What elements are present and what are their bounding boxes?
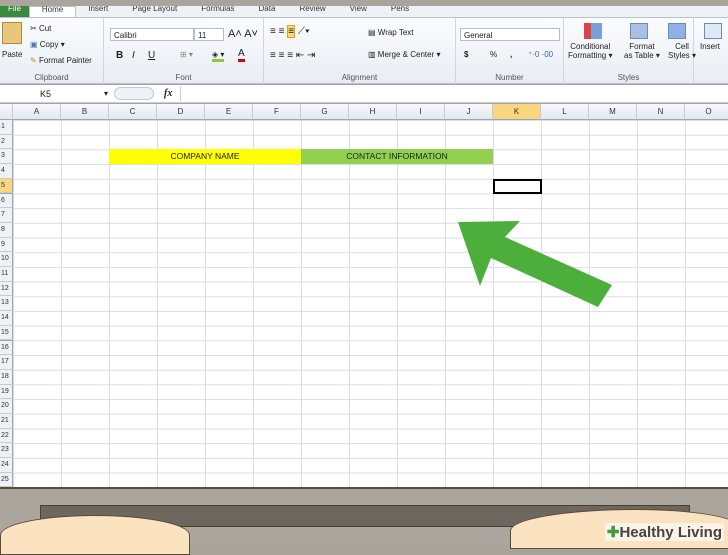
watermark-text: Healthy Living — [619, 524, 722, 541]
keyboard-illustration: ✚Healthy Living — [0, 487, 728, 555]
arrow-overlay — [458, 221, 612, 307]
left-hand — [0, 515, 190, 555]
plus-leaf-icon: ✚ — [606, 524, 620, 541]
green-arrow-icon — [458, 221, 612, 307]
watermark: ✚Healthy Living — [604, 523, 724, 541]
